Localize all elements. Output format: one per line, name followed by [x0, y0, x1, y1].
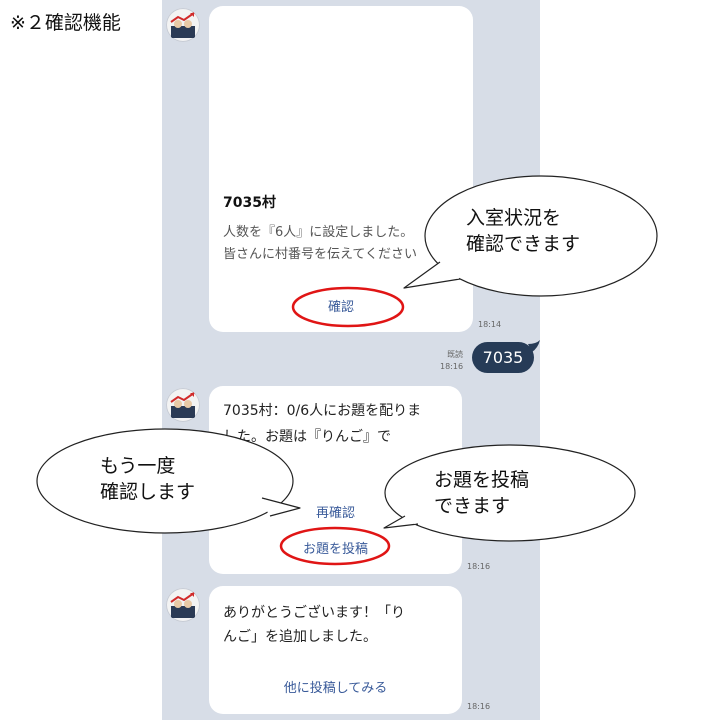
callout-line: お題を投稿 [434, 469, 530, 491]
post-topic-button[interactable]: お題を投稿 [209, 538, 462, 557]
card-message-line: んご」を追加しました。 [223, 629, 377, 645]
topic-dealt-card: 7035村：0/6人にお題を配りま した。お題は『りんご』で 再確認 お題を投稿 [209, 386, 462, 574]
callout-text-reconfirm: もう一度 確認します [100, 453, 195, 505]
card-body-line: 皆さんに村番号を伝えてください [223, 247, 417, 262]
callout-text-room-status: 入室状況を 確認できます [466, 205, 580, 257]
message-time: 18:16 [467, 562, 491, 571]
bot-avatar[interactable] [166, 388, 200, 422]
callout-line: 確認します [100, 481, 196, 503]
bot-avatar-icon [170, 12, 195, 38]
user-message-bubble: 7035 [472, 342, 534, 373]
callout-line: 入室状況を [466, 207, 562, 229]
village-title: 7035村 [223, 195, 276, 211]
page-caption: ※２確認機能 [10, 12, 121, 34]
callout-line: もう一度 [100, 455, 176, 477]
card-message-line: した。お題は『りんご』で [223, 429, 391, 445]
village-created-card: 7035村 人数を『6人』に設定しました。 皆さんに村番号を伝えてください 確認 [209, 6, 473, 332]
bot-avatar-icon [170, 592, 195, 618]
bot-avatar[interactable] [166, 588, 200, 622]
message-time: 18:14 [478, 320, 502, 329]
card-body-line: 人数を『6人』に設定しました。 [223, 225, 414, 240]
callout-line: 確認できます [466, 233, 581, 255]
callout-text-post-topic: お題を投稿 できます [434, 467, 529, 519]
read-receipt: 既読 18:16 [440, 349, 463, 373]
post-another-button[interactable]: 他に投稿してみる [209, 677, 462, 696]
callout-line: できます [434, 495, 511, 517]
read-label: 既読 [447, 350, 464, 359]
message-time: 18:16 [440, 362, 464, 371]
confirm-button[interactable]: 確認 [209, 296, 473, 315]
reconfirm-button[interactable]: 再確認 [209, 502, 462, 521]
topic-added-card: ありがとうございます！「り んご」を追加しました。 他に投稿してみる [209, 586, 462, 714]
message-time: 18:16 [467, 702, 491, 711]
bot-avatar-icon [170, 392, 195, 418]
bot-avatar[interactable] [166, 8, 200, 42]
bubble-tail-icon [528, 340, 540, 352]
